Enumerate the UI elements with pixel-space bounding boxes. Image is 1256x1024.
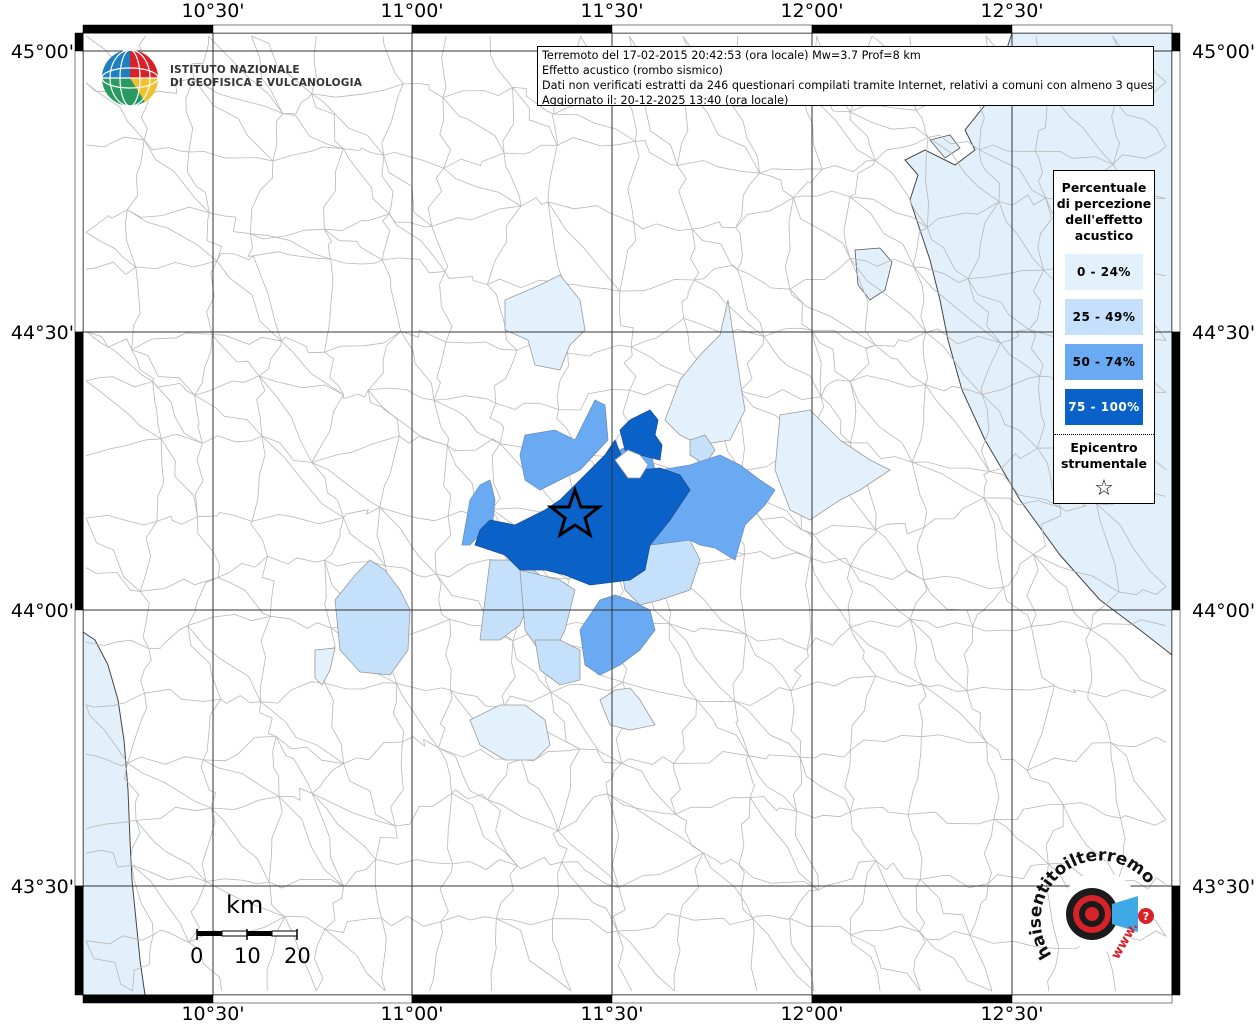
frame-bar-segment [1171, 609, 1181, 887]
frame-bar-segment [811, 994, 1013, 1004]
x-tick-bottom: 11°00' [380, 1003, 443, 1024]
x-tick-top: 12°00' [780, 0, 843, 22]
legend-title-line: dell'effetto [1065, 212, 1143, 227]
frame-bar-segment [811, 24, 1013, 34]
x-tick-top: 11°00' [380, 0, 443, 22]
frame-bar-segment [74, 50, 84, 333]
y-tick-right: 44°30' [1192, 322, 1255, 344]
x-tick-bottom: 12°30' [980, 1003, 1043, 1024]
frame-bar-segment [1171, 331, 1181, 611]
frame-bar-segment [1171, 50, 1181, 333]
legend-star-icon: ☆ [1094, 476, 1114, 501]
scale-tick-label: 10 [234, 944, 261, 968]
y-axis-left: 45°00' 44°30' 44°00' 43°30' [11, 41, 74, 898]
legend-swatch-0-24: 0 - 24% [1065, 254, 1143, 290]
ingv-logo-text: ISTITUTO NAZIONALE DI GEOFISICA E VULCAN… [170, 64, 362, 90]
legend-swatch-25-49: 25 - 49% [1065, 299, 1143, 335]
frame-bar-segment [1171, 32, 1181, 52]
frame-bar-segment [82, 994, 214, 1004]
frame-bar-segment [411, 994, 613, 1004]
legend-swatch-50-74: 50 - 74% [1065, 344, 1143, 380]
svg-text:?: ? [1143, 910, 1149, 923]
x-tick-top: 12°30' [980, 0, 1043, 22]
effect-line: Effetto acustico (rombo sismico) [542, 64, 723, 77]
y-tick-left: 45°00' [11, 41, 74, 63]
x-axis-top: 10°30' 11°00' 11°30' 12°00' 12°30' [181, 0, 1043, 22]
frame-bar-segment [1011, 994, 1173, 1004]
updated-line: Aggiornato il: 20-12-2025 13:40 (ora loc… [542, 94, 789, 106]
frame-bar-segment [1011, 24, 1173, 34]
frame-bar-segment [74, 885, 84, 996]
legend-title: Percentuale di percezione dell'effetto a… [1054, 180, 1154, 244]
data-note-line: Dati non verificati estratti da 246 ques… [542, 79, 1154, 92]
scale-tick-label: 20 [284, 944, 311, 968]
legend-epicenter-line: strumentale [1060, 456, 1148, 471]
ingv-logo-icon [101, 49, 159, 107]
x-tick-bottom: 10°30' [181, 1003, 244, 1024]
frame-bar-segment [82, 24, 214, 34]
frame-bar-segment [212, 24, 413, 34]
intensity-map: 10°30' 11°00' 11°30' 12°00' 12°30' 10°30… [0, 0, 1255, 1024]
x-axis-bottom: 10°30' 11°00' 11°30' 12°00' 12°30' [181, 1003, 1043, 1024]
legend-title-line: Percentuale [1061, 180, 1147, 195]
frame-bar-segment [1171, 885, 1181, 996]
x-tick-top: 10°30' [181, 0, 244, 22]
y-axis-right: 45°00' 44°30' 44°00' 43°30' [1192, 41, 1255, 898]
ingv-line-2: DI GEOFISICA E VULCANOLOGIA [170, 77, 363, 89]
y-tick-left: 44°00' [11, 600, 74, 622]
frame-bar-segment [611, 994, 813, 1004]
legend-title-line: acustico [1074, 228, 1134, 243]
legend-epicenter-line: Epicentro [1070, 440, 1138, 455]
frame-bar-segment [611, 24, 813, 34]
frame-bar-segment [212, 994, 413, 1004]
legend: Percentuale di percezione dell'effetto a… [1053, 170, 1155, 504]
y-tick-right: 43°30' [1192, 876, 1255, 898]
scale-unit-label: km [226, 891, 264, 919]
event-line: Terremoto del 17-02-2015 20:42:53 (ora l… [542, 49, 921, 62]
frame-bar-segment [411, 24, 613, 34]
y-tick-left: 43°30' [11, 876, 74, 898]
y-tick-left: 44°30' [11, 322, 74, 344]
frame-bar-segment [74, 32, 84, 52]
legend-swatch-75-100: 75 - 100% [1065, 389, 1143, 425]
event-info-box: Terremoto del 17-02-2015 20:42:53 (ora l… [537, 46, 1154, 106]
x-tick-top: 11°30' [580, 0, 643, 22]
frame-bar-segment [74, 609, 84, 887]
ingv-line-1: ISTITUTO NAZIONALE [170, 64, 300, 76]
x-tick-bottom: 11°30' [580, 1003, 643, 1024]
legend-title-line: di percezione [1056, 196, 1152, 211]
y-tick-right: 45°00' [1192, 41, 1255, 63]
frame-bar-segment [74, 331, 84, 611]
legend-separator [1054, 434, 1154, 435]
scale-tick-label: 0 [190, 944, 204, 968]
legend-epicenter-title: Epicentro strumentale [1054, 440, 1154, 472]
y-tick-right: 44°00' [1192, 600, 1255, 622]
x-tick-bottom: 12°00' [780, 1003, 843, 1024]
